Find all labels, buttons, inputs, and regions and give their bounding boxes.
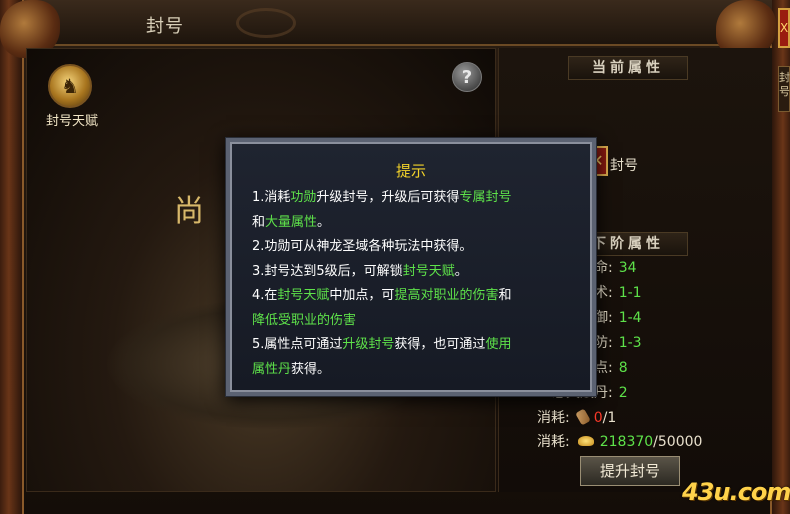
scroll-icon	[574, 408, 591, 426]
cost-need: 1	[607, 410, 617, 426]
tip-line: 2.功勋可从神龙圣域各种玩法中获得。	[252, 239, 473, 254]
tip-line: 属性丹获得。	[252, 361, 331, 377]
tip-title: 提示	[395, 162, 426, 180]
title-ornament-icon	[236, 8, 296, 38]
site-watermark: 43u.com	[682, 478, 790, 506]
tip-line: 降低受职业的伤害	[252, 312, 357, 328]
cost-row-gold: 消耗: 218370/50000	[537, 432, 702, 452]
tip-line: 4.在封号天赋中加点，可提高对职业的伤害和	[252, 288, 512, 303]
stat-value: 1-1	[618, 285, 642, 301]
stat-label: 御:	[594, 310, 613, 326]
remove-title-label: 封号	[610, 158, 638, 174]
window-title: 封号	[146, 16, 184, 37]
stat-row: 术: 1-1	[594, 283, 642, 303]
stat-row: 防: 1-3	[594, 333, 642, 353]
close-button[interactable]: X	[778, 8, 790, 48]
stat-label: 术:	[594, 285, 613, 301]
stat-value: 1-3	[618, 335, 642, 351]
cost-have: 218370	[599, 434, 654, 450]
stat-row: 命: 34	[594, 258, 637, 278]
cost-label: 消耗:	[537, 410, 570, 426]
title-bar: 封号	[24, 0, 772, 46]
stat-label: 防:	[594, 335, 613, 351]
stat-value: 8	[618, 360, 628, 376]
tip-line: 3.封号达到5级后，可解锁封号天赋。	[252, 263, 468, 279]
cost-need: 50000	[657, 434, 703, 450]
talent-emblem-icon[interactable]: ♞	[48, 64, 92, 108]
left-border-ornament	[0, 0, 24, 514]
tip-line: 和大量属性。	[252, 214, 331, 230]
tip-body: 1.消耗功勋升级封号，升级后可获得专属封号 和大量属性。 2.功勋可从神龙圣域各…	[252, 186, 582, 382]
tip-line: 1.消耗功勋升级封号，升级后可获得专属封号	[252, 190, 512, 205]
stat-value: 2	[618, 385, 628, 401]
stat-row: 御: 1-4	[594, 308, 642, 328]
cost-have: 0	[593, 410, 603, 426]
help-icon[interactable]: ?	[452, 62, 482, 92]
cost-label: 消耗:	[537, 434, 570, 450]
title-glyph: 尚	[174, 194, 204, 229]
stat-value: 1-4	[618, 310, 642, 326]
stat-value: 34	[618, 260, 637, 276]
talent-emblem-label[interactable]: 封号天赋	[46, 110, 98, 129]
side-tab-title[interactable]: 封号	[778, 66, 790, 112]
current-attributes-header: 当前属性	[568, 56, 688, 80]
upgrade-title-button[interactable]: 提升封号	[580, 456, 680, 486]
cost-row-scroll: 消耗: 0/1	[537, 408, 616, 428]
gold-ingot-icon	[577, 436, 594, 446]
stat-label: 命:	[594, 260, 613, 276]
tip-dialog[interactable]: 提示 1.消耗功勋升级封号，升级后可获得专属封号 和大量属性。 2.功勋可从神龙…	[225, 137, 597, 397]
tip-line: 5.属性点可通过升级封号获得，也可通过使用	[252, 337, 512, 352]
